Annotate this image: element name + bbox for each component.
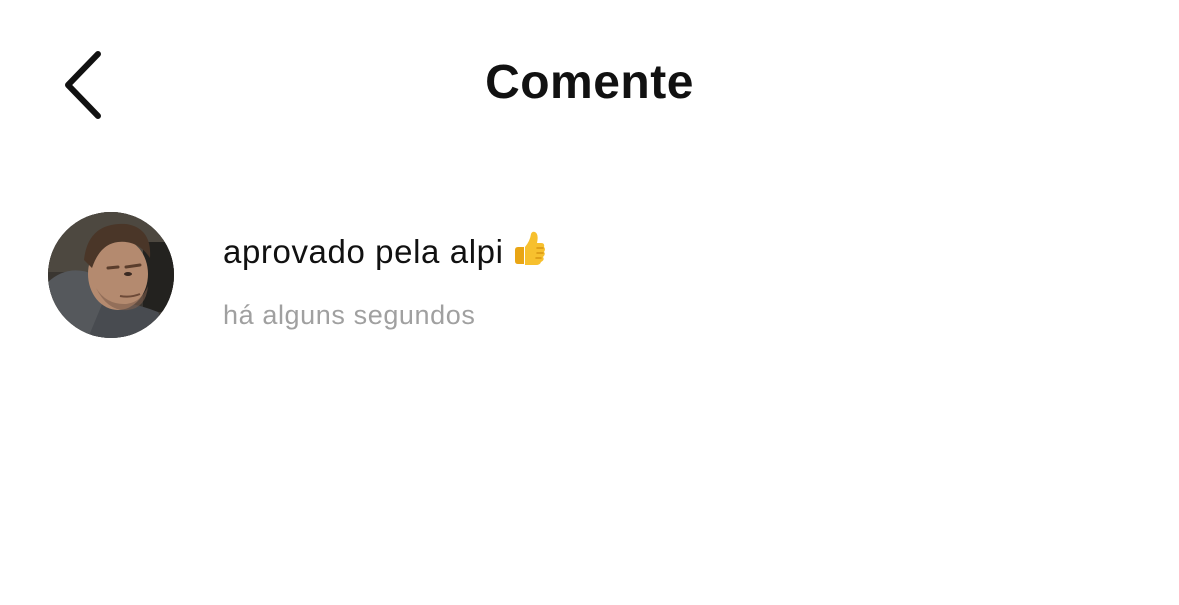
avatar[interactable] [48, 212, 174, 338]
page-title: Comente [485, 56, 694, 109]
comment-text-line: aprovado pela alpi [223, 230, 546, 278]
comment-text: aprovado pela alpi [223, 233, 504, 270]
comment-screen: Comente aprovado pela alpi há alguns seg… [0, 0, 1179, 605]
thumbs-up-icon [512, 231, 546, 278]
comment-item: aprovado pela alpi há alguns segundos [48, 212, 1139, 342]
comment-body: aprovado pela alpi há alguns segundos [223, 230, 546, 331]
avatar-photo [48, 212, 174, 338]
comment-timestamp: há alguns segundos [223, 300, 476, 330]
